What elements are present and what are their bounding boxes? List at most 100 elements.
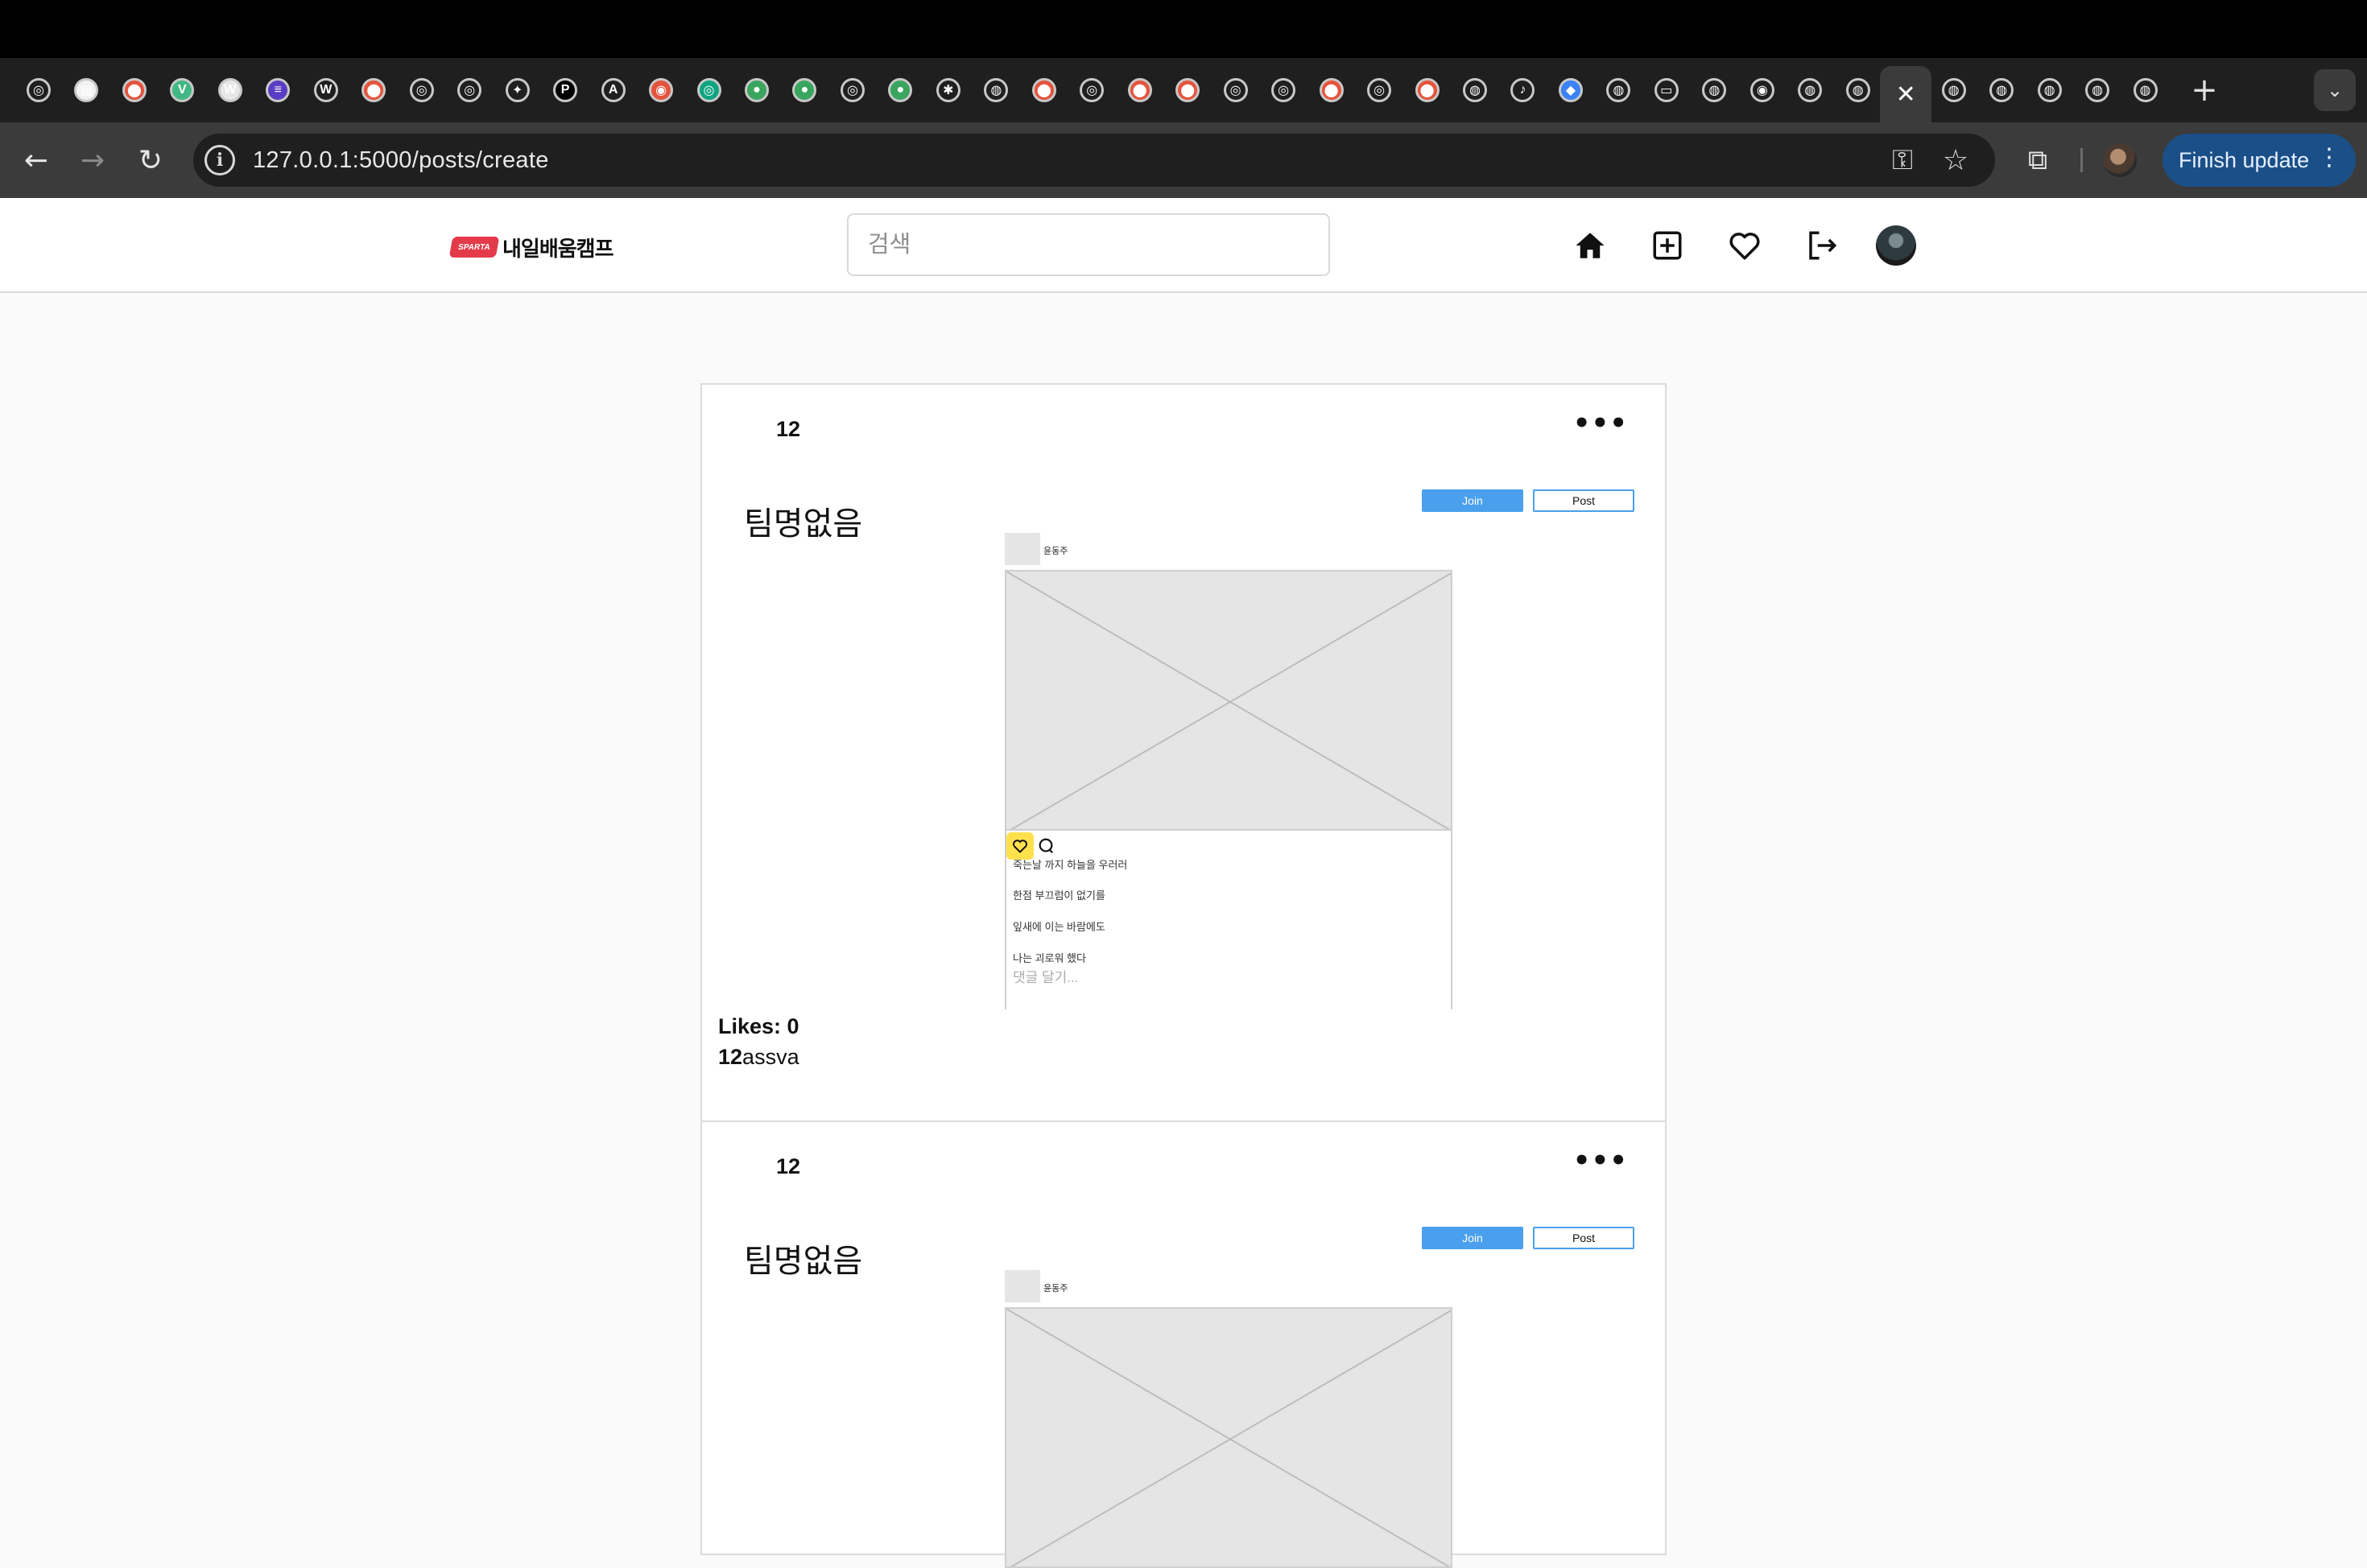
post-card: 12 ••• 팀명없음 Join Post 윤동주 xyxy=(700,1120,1667,1568)
browser-tab[interactable]: ◎ xyxy=(832,69,874,111)
browser-tab[interactable]: P xyxy=(544,69,586,111)
browser-tab[interactable]: ● xyxy=(783,69,825,111)
browser-tab[interactable]: ⬤ xyxy=(1119,69,1161,111)
active-tab[interactable]: ✕ xyxy=(1880,66,1932,122)
browser-tab[interactable]: ♪ xyxy=(1502,69,1543,111)
note-icon: ▤ xyxy=(74,78,99,102)
browser-tab[interactable]: ⬤ xyxy=(1023,69,1065,111)
new-tab-button[interactable]: + xyxy=(2183,69,2225,111)
reload-icon: ↻ xyxy=(138,143,163,177)
finish-update-label: Finish update xyxy=(2179,147,2310,172)
red-app-icon: ⬤ xyxy=(1319,78,1344,102)
forward-button[interactable]: → xyxy=(72,140,113,180)
browser-tab[interactable]: ✦ xyxy=(497,69,539,111)
more-options-icon[interactable]: ••• xyxy=(1573,407,1628,439)
browser-profile-avatar[interactable] xyxy=(2103,143,2137,177)
browser-tab[interactable]: ⬤ xyxy=(114,69,155,111)
site-info-icon[interactable]: i xyxy=(204,145,235,175)
browser-tab[interactable]: ◎ xyxy=(18,69,60,111)
wireframe-username: 윤동주 xyxy=(1043,1284,1068,1294)
browser-tab[interactable]: ▤ xyxy=(65,69,107,111)
reload-button[interactable]: ↻ xyxy=(130,140,171,180)
bookmark-star-icon[interactable]: ☆ xyxy=(1937,142,1974,179)
browser-tab[interactable]: ◎ xyxy=(688,69,730,111)
browser-tab[interactable]: ⬤ xyxy=(1167,69,1208,111)
red-app-icon: ⬤ xyxy=(1415,78,1440,102)
heart-icon[interactable] xyxy=(1723,224,1766,267)
browser-tab[interactable]: ● xyxy=(736,69,778,111)
browser-tab[interactable]: W xyxy=(305,69,347,111)
finish-update-button[interactable]: Finish update ⋮ xyxy=(2163,134,2356,187)
openai-icon: ◎ xyxy=(457,78,482,102)
browser-tab[interactable]: ◍ xyxy=(2029,69,2071,111)
search-input[interactable] xyxy=(847,213,1330,276)
browser-tab[interactable]: ● xyxy=(879,69,921,111)
url-text[interactable]: 127.0.0.1:5000/posts/create xyxy=(253,147,549,174)
browser-tab[interactable]: ◎ xyxy=(1358,69,1400,111)
browser-tab[interactable]: ◍ xyxy=(1454,69,1496,111)
logout-icon[interactable] xyxy=(1800,224,1844,267)
wireframe-avatar xyxy=(1005,1270,1040,1302)
browser-tab[interactable]: ◍ xyxy=(975,69,1017,111)
browser-tab[interactable]: ≡ xyxy=(257,69,299,111)
browser-tab[interactable]: ◍ xyxy=(2076,69,2118,111)
post-author[interactable]: 12 xyxy=(776,1154,800,1179)
globe-icon: ◍ xyxy=(1845,78,1870,102)
browser-tab[interactable]: ◎ xyxy=(1262,69,1304,111)
browser-tab[interactable]: ◍ xyxy=(1981,69,2022,111)
extensions-puzzle-icon[interactable]: ⧉ xyxy=(2018,140,2058,180)
site-logo[interactable]: SPARTA 내일배움캠프 xyxy=(448,233,614,261)
wireframe-username: 윤동주 xyxy=(1043,547,1068,556)
browser-tab[interactable]: ✱ xyxy=(927,69,969,111)
browser-tab[interactable]: ▭ xyxy=(1646,69,1687,111)
browser-tab[interactable]: W xyxy=(209,69,251,111)
user-avatar[interactable] xyxy=(1876,225,1916,266)
browser-tab[interactable]: ◎ xyxy=(1071,69,1113,111)
browser-tab[interactable]: V xyxy=(161,69,203,111)
caption-username[interactable]: 12 xyxy=(718,1045,742,1069)
post-button[interactable]: Post xyxy=(1533,489,1634,512)
browser-tab[interactable]: ◍ xyxy=(1693,69,1735,111)
browser-tab[interactable]: ◍ xyxy=(1837,69,1879,111)
browser-tab[interactable]: ◍ xyxy=(1597,69,1639,111)
post-image-placeholder xyxy=(1005,1307,1452,1568)
globe-icon: ◍ xyxy=(1989,78,2014,102)
logo-text: 내일배움캠프 xyxy=(502,236,614,261)
tab-search-button[interactable]: ⌄ xyxy=(2314,69,2356,111)
forward-arrow-icon: → xyxy=(80,143,105,177)
browser-tab[interactable]: ⬤ xyxy=(1407,69,1448,111)
add-post-icon[interactable] xyxy=(1646,224,1689,267)
browser-tab[interactable]: A xyxy=(593,69,634,111)
browser-tab[interactable]: ◉ xyxy=(1741,69,1783,111)
globe-icon: ◍ xyxy=(1606,78,1631,102)
wordpress-icon: W xyxy=(217,78,242,102)
toolbar-separator xyxy=(2080,148,2083,172)
browser-tab[interactable]: ⬤ xyxy=(1311,69,1353,111)
join-button[interactable]: Join xyxy=(1422,489,1523,512)
post-button[interactable]: Post xyxy=(1533,1227,1634,1249)
home-icon[interactable] xyxy=(1568,224,1612,267)
browser-tab[interactable]: ◍ xyxy=(1789,69,1831,111)
red-app-icon: ⬤ xyxy=(1127,78,1152,102)
browser-tab[interactable]: ◎ xyxy=(1215,69,1257,111)
wireframe-text-line: 죽는날 까지 하늘을 우러러 xyxy=(1013,859,1128,871)
password-key-icon[interactable]: ⚿ xyxy=(1884,142,1921,179)
join-button[interactable]: Join xyxy=(1422,1227,1523,1249)
browser-tab[interactable]: ⬤ xyxy=(353,69,394,111)
wireframe-text-line: 나는 괴로워 했다 xyxy=(1013,952,1086,964)
window-top-strip xyxy=(0,0,2367,58)
openai-icon: ◎ xyxy=(1080,78,1105,102)
browser-tab[interactable]: ◍ xyxy=(2125,69,2167,111)
browser-tab[interactable]: ◎ xyxy=(401,69,443,111)
more-options-icon[interactable]: ••• xyxy=(1573,1145,1628,1177)
address-bar[interactable]: i 127.0.0.1:5000/posts/create ⚿ ☆ xyxy=(193,134,1995,187)
team-name: 팀명없음 xyxy=(744,506,863,542)
browser-tab[interactable]: ◍ xyxy=(1933,69,1975,111)
back-button[interactable]: ← xyxy=(16,140,56,180)
close-icon[interactable]: ✕ xyxy=(1896,80,1916,109)
browser-tab[interactable]: ◉ xyxy=(640,69,682,111)
browser-tab[interactable]: ◆ xyxy=(1550,69,1592,111)
post-author[interactable]: 12 xyxy=(776,417,800,442)
browser-tab[interactable]: ◎ xyxy=(448,69,490,111)
red-app-icon: ⬤ xyxy=(1175,78,1200,102)
